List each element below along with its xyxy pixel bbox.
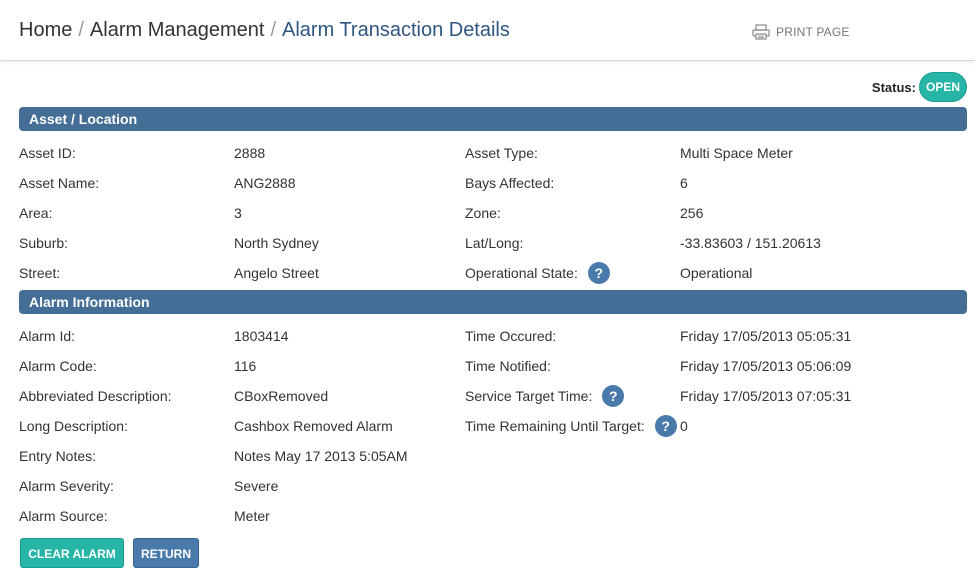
street-label: Street: <box>19 265 61 281</box>
operational-state-field: Operational State: ? <box>465 261 610 284</box>
return-button[interactable]: RETURN <box>133 538 199 568</box>
breadcrumb-home[interactable]: Home <box>19 19 72 41</box>
alarm-code-value: 116 <box>234 358 257 374</box>
street-value: Angelo Street <box>234 265 319 281</box>
alarm-severity-label: Alarm Severity: <box>19 478 114 494</box>
time-remaining-field: Time Remaining Until Target: ? <box>465 414 677 437</box>
alarm-severity-value: Severe <box>234 478 279 494</box>
area-label: Area: <box>19 205 53 221</box>
bays-affected-value: 6 <box>680 175 688 191</box>
page-header: Home / Alarm Management / Alarm Transaction … <box>0 0 975 61</box>
zone-value: 256 <box>680 205 704 221</box>
section-header-alarm-information: Alarm Information <box>19 290 967 314</box>
abbreviated-description-value: CBoxRemoved <box>234 388 329 404</box>
service-target-time-field: Service Target Time: ? <box>465 384 625 407</box>
breadcrumb-separator: / <box>270 19 277 41</box>
section-header-asset-location: Asset / Location <box>19 107 967 131</box>
entry-notes-label: Entry Notes: <box>19 448 97 464</box>
asset-type-label: Asset Type: <box>465 145 538 161</box>
help-icon[interactable]: ? <box>587 261 610 284</box>
suburb-label: Suburb: <box>19 235 69 251</box>
long-description-value: Cashbox Removed Alarm <box>234 418 393 434</box>
status-badge: OPEN <box>918 72 967 102</box>
print-page-link[interactable]: PRINT PAGE <box>752 24 850 40</box>
operational-state-value: Operational <box>680 265 753 281</box>
status-indicator: Status: OPEN <box>872 72 967 102</box>
bays-affected-label: Bays Affected: <box>465 175 555 191</box>
time-remaining-label: Time Remaining Until Target: <box>465 418 645 434</box>
long-description-label: Long Description: <box>19 418 128 434</box>
printer-icon <box>752 24 770 40</box>
asset-id-value: 2888 <box>234 145 266 161</box>
alarm-code-label: Alarm Code: <box>19 358 97 374</box>
asset-type-value: Multi Space Meter <box>680 145 793 161</box>
help-icon[interactable]: ? <box>602 384 625 407</box>
breadcrumb-separator: / <box>78 19 84 41</box>
alarm-id-value: 1803414 <box>234 328 289 344</box>
print-page-label: PRINT PAGE <box>776 25 850 39</box>
area-value: 3 <box>234 205 242 221</box>
operational-state-label: Operational State: <box>465 265 578 281</box>
lat-long-value: -33.83603 / 151.20613 <box>680 235 821 251</box>
abbreviated-description-label: Abbreviated Description: <box>19 388 172 404</box>
clear-alarm-button[interactable]: CLEAR ALARM <box>20 538 124 568</box>
time-occured-value: Friday 17/05/2013 05:05:31 <box>680 328 852 344</box>
time-notified-value: Friday 17/05/2013 05:06:09 <box>680 358 852 374</box>
suburb-value: North Sydney <box>234 235 319 251</box>
help-icon[interactable]: ? <box>654 414 677 437</box>
time-remaining-value: 0 <box>680 418 688 434</box>
entry-notes-value: Notes May 17 2013 5:05AM <box>234 448 408 464</box>
asset-name-label: Asset Name: <box>19 175 100 191</box>
service-target-time-label: Service Target Time: <box>465 388 593 404</box>
zone-label: Zone: <box>465 205 501 221</box>
breadcrumb-alarm-management[interactable]: Alarm Management <box>90 19 265 41</box>
alarm-id-label: Alarm Id: <box>19 328 76 344</box>
alarm-source-value: Meter <box>234 508 270 524</box>
asset-id-label: Asset ID: <box>19 145 76 161</box>
breadcrumb-current: Alarm Transaction Details <box>282 19 510 41</box>
breadcrumb: Home / Alarm Management / Alarm Transaction … <box>19 19 510 42</box>
lat-long-label: Lat/Long: <box>465 235 524 251</box>
service-target-time-value: Friday 17/05/2013 07:05:31 <box>680 388 852 404</box>
alarm-source-label: Alarm Source: <box>19 508 108 524</box>
time-notified-label: Time Notified: <box>465 358 551 374</box>
time-occured-label: Time Occured: <box>465 328 557 344</box>
status-label: Status: <box>871 79 916 95</box>
asset-name-value: ANG2888 <box>234 175 296 191</box>
